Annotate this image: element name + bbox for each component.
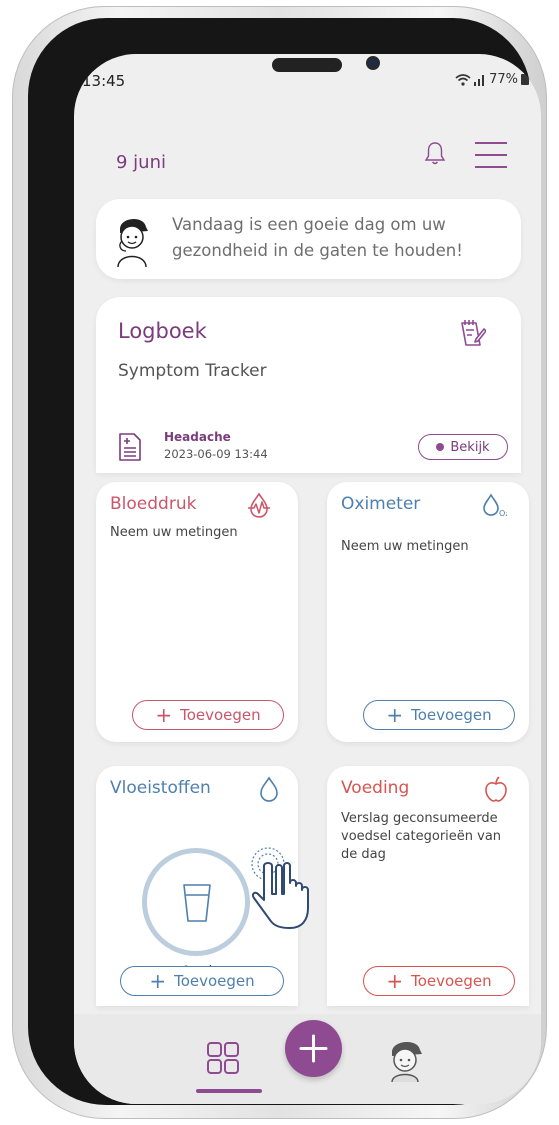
nutrition-description: Verslag geconsumeerde voedsel categorieë…: [341, 811, 502, 862]
blood-pressure-title: Bloeddruk: [110, 494, 197, 514]
notebook-edit-icon[interactable]: [456, 317, 486, 347]
oximeter-description: Neem uw metingen: [341, 539, 469, 554]
menu-icon[interactable]: [475, 142, 507, 168]
svg-text:O₂: O₂: [499, 509, 507, 518]
battery-icon: [521, 74, 529, 85]
view-button-label: Bekijk: [450, 439, 490, 455]
wifi-icon: [455, 73, 471, 86]
app-screen: 13:45 77% 9 juni Vandaag is een goeie da…: [74, 54, 541, 1104]
plus-icon: +: [386, 969, 404, 993]
view-dot-icon: [436, 443, 445, 451]
glass-icon: [183, 884, 211, 922]
entry-name: Headache: [164, 430, 231, 444]
fluid-progress-ring[interactable]: [142, 848, 250, 956]
add-label: Toevoegen: [180, 706, 261, 724]
status-indicators: 77%: [455, 72, 529, 87]
phone-frame-inner: 13:45 77% 9 juni Vandaag is een goeie da…: [28, 18, 541, 1105]
fluids-title: Vloeistoffen: [110, 778, 211, 798]
battery-level: 77%: [489, 72, 518, 87]
avatar-icon[interactable]: [386, 1036, 424, 1082]
status-time: 13:45: [82, 72, 126, 90]
logbook-subtitle: Symptom Tracker: [118, 361, 267, 381]
plus-icon: +: [149, 969, 167, 993]
plus-icon: +: [386, 703, 404, 727]
oximeter-title: Oximeter: [341, 494, 421, 514]
apple-icon: [485, 776, 507, 802]
nutrition-add-button[interactable]: + Toevoegen: [363, 966, 515, 996]
blood-pressure-description: Neem uw metingen: [110, 525, 238, 540]
oxygen-drop-icon: O₂: [483, 493, 507, 518]
heart-pulse-icon: [248, 492, 270, 518]
entry-datetime: 2023-06-09 13:44: [164, 447, 268, 461]
add-fab-button[interactable]: [285, 1020, 342, 1077]
fluids-add-button[interactable]: + Toevoegen: [120, 966, 284, 996]
greeting-message: Vandaag is een goeie dag om uw gezondhei…: [172, 215, 463, 260]
view-button[interactable]: Bekijk: [418, 434, 508, 460]
signal-icon: [474, 74, 485, 86]
blood-pressure-tile[interactable]: Bloeddruk Neem uw metingen + Toevoegen: [96, 482, 298, 742]
add-label: Toevoegen: [411, 972, 492, 990]
plus-icon: [299, 1034, 328, 1063]
current-date: 9 juni: [116, 152, 166, 173]
water-drop-icon: [260, 776, 278, 802]
bell-icon[interactable]: [424, 140, 446, 166]
assistant-avatar-icon: [117, 218, 148, 267]
blood-pressure-add-button[interactable]: + Toevoegen: [132, 700, 284, 730]
logbook-card[interactable]: Logboek Symptom Tracker Headache 2023-06…: [96, 297, 521, 473]
add-label: Toevoegen: [174, 972, 255, 990]
oximeter-add-button[interactable]: + Toevoegen: [363, 700, 515, 730]
speaker-notch: [272, 58, 342, 72]
nutrition-title: Voeding: [341, 778, 410, 798]
front-camera: [366, 56, 380, 70]
document-add-icon: [119, 433, 141, 461]
add-label: Toevoegen: [411, 706, 492, 724]
logbook-title: Logboek: [118, 319, 207, 343]
active-tab-indicator: [196, 1089, 262, 1093]
oximeter-tile[interactable]: Oximeter O₂ Neem uw metingen + Toevoegen: [327, 482, 529, 742]
plus-icon: +: [155, 703, 173, 727]
greeting-banner: Vandaag is een goeie dag om uw gezondhei…: [96, 199, 521, 279]
status-bar: 13:45 77%: [74, 54, 541, 106]
tap-gesture-icon: [251, 847, 309, 929]
grid-icon[interactable]: [207, 1042, 239, 1074]
nutrition-tile[interactable]: Voeding Verslag geconsumeerde voedsel ca…: [327, 766, 529, 1006]
